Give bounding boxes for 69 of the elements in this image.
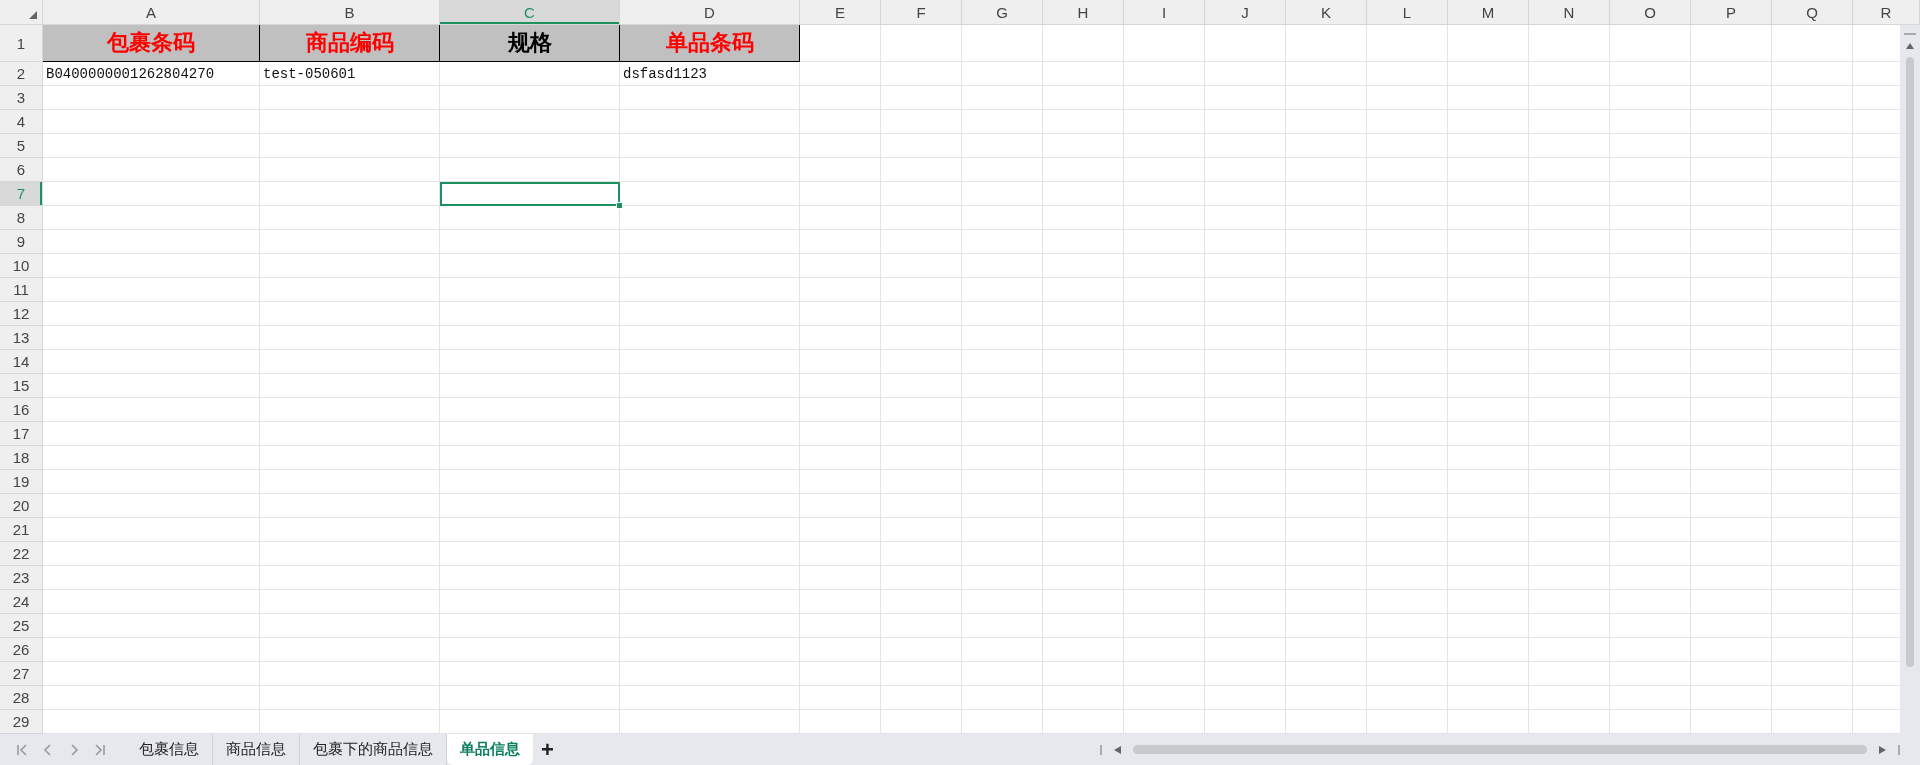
row-header[interactable]: 29	[0, 710, 43, 734]
row-header[interactable]: 19	[0, 470, 43, 494]
column-header[interactable]: F	[881, 0, 962, 24]
column-header[interactable]: J	[1205, 0, 1286, 24]
row-header[interactable]: 25	[0, 614, 43, 638]
row-header[interactable]: 4	[0, 110, 43, 134]
column-header[interactable]: I	[1124, 0, 1205, 24]
next-sheet-icon[interactable]	[68, 743, 80, 756]
row-header[interactable]: 21	[0, 518, 43, 542]
header-cell: 规格	[440, 25, 620, 62]
row-header[interactable]: 20	[0, 494, 43, 518]
row-header[interactable]: 28	[0, 686, 43, 710]
fill-handle[interactable]	[616, 202, 623, 209]
minus-icon	[1904, 33, 1916, 35]
table-cell-text: B0400000001262804270	[45, 65, 216, 84]
column-header[interactable]: M	[1448, 0, 1529, 24]
row-header[interactable]: 12	[0, 302, 43, 326]
table-cell-text: test-050601	[262, 65, 357, 84]
selected-cell[interactable]	[440, 182, 620, 206]
row-header[interactable]: 9	[0, 230, 43, 254]
row-header[interactable]: 23	[0, 566, 43, 590]
up-arrow-icon[interactable]	[1906, 43, 1914, 49]
row-header[interactable]: 2	[0, 62, 43, 86]
row-header[interactable]: 5	[0, 134, 43, 158]
row-header[interactable]: 13	[0, 326, 43, 350]
sheet-tab[interactable]: 单品信息	[447, 734, 533, 765]
scrollbar-thumb[interactable]	[1133, 745, 1867, 754]
column-header[interactable]: A	[43, 0, 260, 24]
row-header[interactable]: 16	[0, 398, 43, 422]
column-header[interactable]: K	[1286, 0, 1367, 24]
row-header[interactable]: 3	[0, 86, 43, 110]
column-header[interactable]: G	[962, 0, 1043, 24]
row-header[interactable]: 11	[0, 278, 43, 302]
sheet-tab[interactable]: 商品信息	[213, 734, 300, 765]
header-cell: 包裹条码	[43, 25, 260, 62]
select-all-icon[interactable]	[29, 11, 37, 19]
column-header[interactable]: L	[1367, 0, 1448, 24]
row-header[interactable]: 14	[0, 350, 43, 374]
row-header[interactable]: 6	[0, 158, 43, 182]
column-header[interactable]: R	[1853, 0, 1920, 24]
row-header[interactable]: 22	[0, 542, 43, 566]
header-cell: 单品条码	[620, 25, 800, 62]
column-header[interactable]: Q	[1772, 0, 1853, 24]
column-header[interactable]: O	[1610, 0, 1691, 24]
row-header[interactable]: 24	[0, 590, 43, 614]
row-header[interactable]: 1	[0, 25, 43, 62]
row-header[interactable]: 15	[0, 374, 43, 398]
row-header[interactable]: 27	[0, 662, 43, 686]
column-header[interactable]: D	[620, 0, 800, 24]
vertical-scrollbar[interactable]	[1900, 25, 1920, 734]
row-header[interactable]: 10	[0, 254, 43, 278]
column-header[interactable]: E	[800, 0, 881, 24]
row-header[interactable]: 26	[0, 638, 43, 662]
previous-sheet-icon[interactable]	[42, 743, 54, 756]
right-arrow-icon[interactable]	[1879, 745, 1886, 754]
row-header[interactable]: 8	[0, 206, 43, 230]
scrollbar-thumb[interactable]	[1906, 57, 1914, 667]
first-sheet-icon[interactable]	[16, 743, 28, 756]
row-header[interactable]: 17	[0, 422, 43, 446]
left-arrow-icon[interactable]	[1114, 745, 1121, 754]
add-sheet-button[interactable]: +	[533, 736, 562, 763]
sheet-tab[interactable]: 包裹信息	[126, 734, 213, 765]
column-header[interactable]: P	[1691, 0, 1772, 24]
last-sheet-icon[interactable]	[94, 743, 106, 756]
header-cell: 商品编码	[260, 25, 440, 62]
column-header[interactable]: H	[1043, 0, 1124, 24]
column-header[interactable]: N	[1529, 0, 1610, 24]
row-header[interactable]: 18	[0, 446, 43, 470]
table-cell-text: dsfasd1123	[622, 65, 708, 84]
